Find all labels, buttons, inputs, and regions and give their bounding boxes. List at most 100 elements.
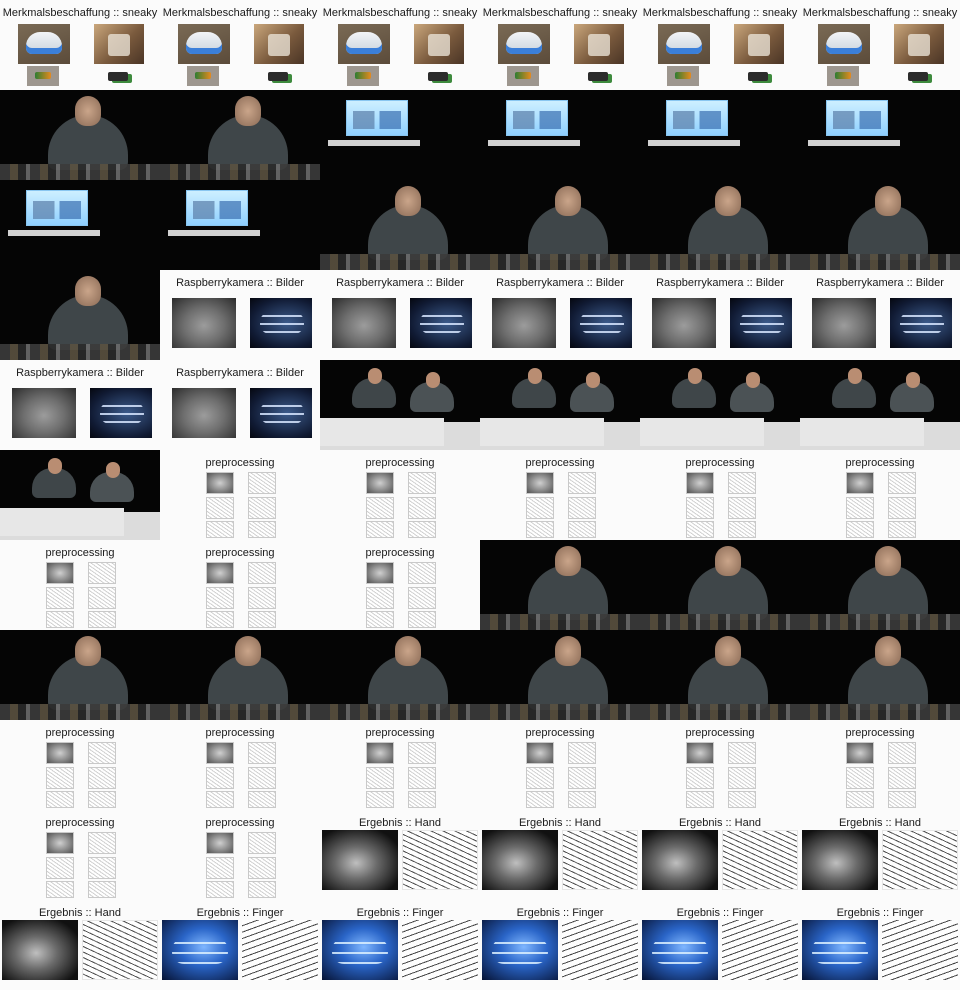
speaker-head xyxy=(75,276,101,306)
panelist-head xyxy=(906,372,920,388)
preprocessing-step-image xyxy=(526,767,554,789)
video-frame-speaker xyxy=(480,630,640,720)
preprocessing-step-image xyxy=(568,521,596,538)
preprocessing-step-image xyxy=(206,562,234,584)
projection-screen xyxy=(346,100,408,136)
preprocessing-step-image xyxy=(408,611,436,628)
preprocessing-step-image xyxy=(206,472,234,494)
video-frame-panel xyxy=(0,450,160,540)
slide-frame-preprocessing: preprocessing xyxy=(640,720,800,810)
speaker-head xyxy=(875,636,901,666)
slide-frame-preprocessing: preprocessing xyxy=(480,450,640,540)
slide-frame-sneaky: Merkmalsbeschaffung :: sneaky xyxy=(480,0,640,90)
slide-title: preprocessing xyxy=(525,727,595,739)
preprocessing-step-image xyxy=(526,521,554,538)
finger-vein-lines xyxy=(242,920,318,980)
preprocessing-step-image xyxy=(206,497,234,519)
preprocessing-step-image xyxy=(88,791,116,808)
slide-title: Raspberrykamera :: Bilder xyxy=(656,277,784,289)
preprocessing-step-image xyxy=(248,611,276,628)
preprocessing-step-image xyxy=(888,742,916,764)
preprocessing-step-image xyxy=(46,767,74,789)
slide-title: preprocessing xyxy=(365,457,435,469)
preprocessing-step-image xyxy=(88,832,116,854)
finger-vein-image xyxy=(250,388,312,438)
stage-edge xyxy=(488,140,580,146)
stage-table xyxy=(0,508,160,540)
preprocessing-step-image xyxy=(366,611,394,628)
finger-vein-lines xyxy=(562,920,638,980)
preprocessing-step-image xyxy=(248,832,276,854)
video-frame-speaker xyxy=(0,270,160,360)
slide-frame-raspberry: Raspberrykamera :: Bilder xyxy=(480,270,640,360)
finger-vein-image xyxy=(90,388,152,438)
preprocessing-step-image xyxy=(46,857,74,879)
palm-image xyxy=(172,298,236,348)
preprocessing-step-image xyxy=(728,767,756,789)
desk xyxy=(480,614,640,630)
video-frame-projection xyxy=(480,90,640,180)
palm-image xyxy=(172,388,236,438)
desk xyxy=(800,704,960,720)
slide-title: Raspberrykamera :: Bilder xyxy=(336,277,464,289)
device-photo xyxy=(734,24,784,64)
preprocessing-step-image xyxy=(248,881,276,898)
slide-title: Merkmalsbeschaffung :: sneaky xyxy=(802,7,958,19)
slide-frame-preprocessing: preprocessing xyxy=(160,720,320,810)
uv-lamp-photo xyxy=(818,24,870,64)
preprocessing-step-image xyxy=(248,791,276,808)
speaker-head xyxy=(235,96,261,126)
slide-frame-raspberry: Raspberrykamera :: Bilder xyxy=(160,270,320,360)
slide-title: Ergebnis :: Hand xyxy=(519,817,601,829)
preprocessing-step-image xyxy=(88,587,116,609)
board-photo xyxy=(582,66,614,86)
preprocessing-step-image xyxy=(248,857,276,879)
finger-ir-photo xyxy=(642,920,718,980)
palm-image xyxy=(332,298,396,348)
desk xyxy=(320,704,480,720)
desk xyxy=(640,254,800,270)
preprocessing-step-image xyxy=(408,767,436,789)
preprocessing-step-image xyxy=(206,587,234,609)
preprocessing-step-image xyxy=(248,587,276,609)
preprocessing-step-image xyxy=(366,587,394,609)
preprocessing-step-image xyxy=(568,767,596,789)
video-frame-panel xyxy=(480,360,640,450)
slide-frame-preprocessing: preprocessing xyxy=(160,540,320,630)
finger-ir-photo xyxy=(802,920,878,980)
sensor-chip-photo xyxy=(27,66,59,86)
video-frame-speaker xyxy=(160,90,320,180)
preprocessing-step-image xyxy=(888,521,916,538)
preprocessing-step-image xyxy=(408,562,436,584)
stage-table xyxy=(480,418,640,450)
slide-title: Raspberrykamera :: Bilder xyxy=(816,277,944,289)
projection-screen xyxy=(186,190,248,226)
slide-frame-sneaky: Merkmalsbeschaffung :: sneaky xyxy=(640,0,800,90)
desk xyxy=(320,254,480,270)
device-photo xyxy=(94,24,144,64)
slide-frame-preprocessing: preprocessing xyxy=(160,810,320,900)
slide-title: Ergebnis :: Hand xyxy=(359,817,441,829)
preprocessing-step-image xyxy=(88,611,116,628)
slide-title: Merkmalsbeschaffung :: sneaky xyxy=(482,7,638,19)
speaker-head xyxy=(395,636,421,666)
device-photo xyxy=(414,24,464,64)
preprocessing-step-image xyxy=(366,521,394,538)
panelist-head xyxy=(688,368,702,384)
preprocessing-step-image xyxy=(686,472,714,494)
uv-lamp-photo xyxy=(178,24,230,64)
slide-frame-hand-result: Ergebnis :: Hand xyxy=(320,810,480,900)
preprocessing-step-image xyxy=(206,857,234,879)
slide-title: preprocessing xyxy=(205,547,275,559)
preprocessing-step-image xyxy=(88,881,116,898)
preprocessing-step-image xyxy=(88,742,116,764)
hand-photo xyxy=(802,830,878,890)
preprocessing-step-image xyxy=(206,791,234,808)
slide-frame-finger-result: Ergebnis :: Finger xyxy=(320,900,480,990)
speaker-head xyxy=(235,636,261,666)
finger-ir-photo xyxy=(482,920,558,980)
video-frame-panel xyxy=(320,360,480,450)
slide-title: preprocessing xyxy=(525,457,595,469)
video-frame-speaker xyxy=(480,540,640,630)
device-photo xyxy=(894,24,944,64)
